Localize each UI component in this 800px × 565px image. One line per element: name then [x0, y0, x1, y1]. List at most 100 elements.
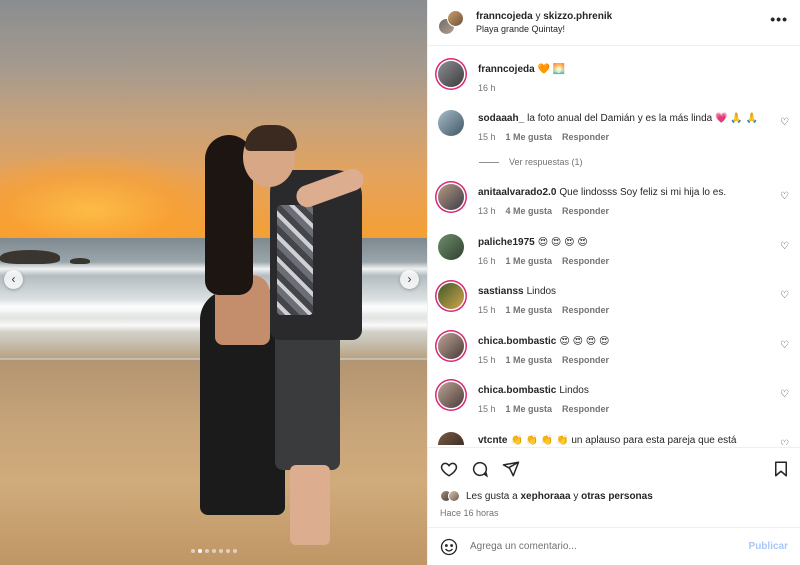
avatar[interactable]: [438, 61, 464, 87]
carousel-dot: [190, 549, 195, 553]
liker-username[interactable]: xephoraaa: [521, 491, 571, 502]
reply-button[interactable]: Responder: [562, 206, 609, 216]
comment-username[interactable]: chica.bombastic: [478, 385, 556, 396]
carousel-dot: [197, 549, 202, 553]
collab-avatars[interactable]: [438, 9, 464, 36]
comment-time[interactable]: 15 h: [478, 132, 496, 142]
avatar[interactable]: [438, 333, 464, 359]
comment-username[interactable]: chica.bombastic: [478, 336, 556, 347]
couple-figure: [195, 125, 370, 555]
reply-button[interactable]: Responder: [562, 132, 609, 142]
author-joiner: y: [535, 11, 541, 22]
comment-username[interactable]: sastianss: [478, 286, 524, 297]
post-actions: Les gusta a xephoraaa y otras personas H…: [428, 447, 800, 527]
comment-time[interactable]: 16 h: [478, 256, 496, 266]
comment-input[interactable]: [470, 541, 749, 552]
previous-photo-button[interactable]: ‹: [4, 270, 23, 289]
post-side-panel: franncojeda y skizzo.phrenik Playa grand…: [427, 0, 800, 565]
carousel-dot: [225, 549, 230, 553]
comment-text: la foto anual del Damián y es la más lin…: [527, 113, 758, 124]
like-comment-heart-icon[interactable]: ♡: [780, 291, 790, 301]
carousel-dot: [211, 549, 216, 553]
next-photo-button[interactable]: ›: [400, 270, 419, 289]
like-comment-heart-icon[interactable]: ♡: [780, 440, 790, 446]
comment-time[interactable]: 15 h: [478, 355, 496, 365]
other-likers[interactable]: otras personas: [581, 491, 653, 502]
comment-text: Que lindosss Soy feliz si mi hija lo es.: [559, 187, 727, 198]
avatar: [448, 490, 460, 502]
comment-item: sastianss Lindos 15 h 1 Me gusta Responde…: [438, 283, 792, 315]
comment-item: sodaaah_ la foto anual del Damián y es la…: [438, 110, 792, 142]
publish-button[interactable]: Publicar: [749, 541, 788, 552]
reply-button[interactable]: Responder: [562, 305, 609, 315]
post-photo[interactable]: ‹ ›: [0, 0, 427, 565]
comment-item: chica.bombastic Lindos 15 h 1 Me gusta Re…: [438, 382, 792, 414]
caption-username[interactable]: franncojeda: [478, 64, 535, 75]
likes-joiner: y: [573, 490, 579, 502]
avatar[interactable]: [438, 382, 464, 408]
comment-username[interactable]: paliche1975: [478, 237, 535, 248]
comment-likes[interactable]: 1 Me gusta: [506, 404, 553, 414]
caption-text: 🧡 🌅: [537, 64, 566, 75]
post-location[interactable]: Playa grande Quintay!: [476, 24, 612, 34]
comment-likes[interactable]: 4 Me gusta: [506, 206, 553, 216]
add-comment-bar: Publicar: [428, 527, 800, 565]
comment-item: paliche1975 😍 😍 😍 😍 16 h 1 Me gusta Respo…: [438, 234, 792, 266]
comment-time[interactable]: 15 h: [478, 305, 496, 315]
comment-text: 👏 👏 👏 👏 un aplauso para esta pareja que …: [510, 435, 737, 445]
comment-likes[interactable]: 1 Me gusta: [506, 256, 553, 266]
comment-username[interactable]: sodaaah_: [478, 113, 524, 124]
avatar[interactable]: [438, 234, 464, 260]
like-comment-heart-icon[interactable]: ♡: [780, 242, 790, 252]
carousel-dot: [232, 549, 237, 553]
rock: [0, 250, 60, 264]
comment-bubble-icon[interactable]: [471, 460, 489, 478]
reply-button[interactable]: Responder: [562, 404, 609, 414]
emoji-picker-icon[interactable]: [440, 538, 458, 556]
avatar[interactable]: [438, 110, 464, 136]
avatar[interactable]: [438, 184, 464, 210]
save-bookmark-icon[interactable]: [772, 460, 790, 478]
comment-likes[interactable]: 1 Me gusta: [506, 305, 553, 315]
like-comment-heart-icon[interactable]: ♡: [780, 341, 790, 351]
comments-list[interactable]: franncojeda 🧡 🌅 16 h sodaaah_ la foto anua…: [428, 47, 800, 445]
comment-time[interactable]: 15 h: [478, 404, 496, 414]
like-comment-heart-icon[interactable]: ♡: [780, 192, 790, 202]
caption: franncojeda 🧡 🌅 16 h: [438, 61, 792, 93]
comment-text: 😍 😍 😍 😍: [537, 237, 588, 248]
like-heart-icon[interactable]: [440, 460, 458, 478]
view-replies-label: Ver respuestas (1): [509, 157, 583, 167]
comment-text: Lindos: [526, 286, 557, 297]
post-header: franncojeda y skizzo.phrenik Playa grand…: [428, 0, 800, 46]
comment-text: 😍 😍 😍 😍: [559, 336, 610, 347]
comment-username[interactable]: vtcnte: [478, 435, 507, 445]
avatar[interactable]: [438, 432, 464, 445]
comment-likes[interactable]: 1 Me gusta: [506, 132, 553, 142]
comment-username[interactable]: anitaalvarado2.0: [478, 187, 556, 198]
likes-summary[interactable]: Les gusta a xephoraaa y otras personas: [440, 490, 653, 502]
comment-item: anitaalvarado2.0 Que lindosss Soy feliz s…: [438, 184, 792, 216]
like-comment-heart-icon[interactable]: ♡: [780, 390, 790, 400]
reply-button[interactable]: Responder: [562, 355, 609, 365]
comment-item: vtcnte 👏 👏 👏 👏 un aplauso para esta parej…: [438, 432, 792, 445]
comment-text: Lindos: [559, 385, 589, 396]
author-username[interactable]: franncojeda: [476, 11, 533, 22]
view-replies-button[interactable]: Ver respuestas (1): [479, 157, 583, 167]
carousel-dot: [204, 549, 209, 553]
more-options-icon[interactable]: •••: [770, 11, 788, 27]
avatar[interactable]: [438, 283, 464, 309]
likes-prefix: Les gusta a: [466, 490, 518, 502]
reply-button[interactable]: Responder: [562, 256, 609, 266]
like-comment-heart-icon[interactable]: ♡: [780, 118, 790, 128]
coauthor-username[interactable]: skizzo.phrenik: [543, 11, 612, 22]
comment-time[interactable]: 13 h: [478, 206, 496, 216]
caption-time[interactable]: 16 h: [478, 83, 496, 93]
comment-likes[interactable]: 1 Me gusta: [506, 355, 553, 365]
rock: [70, 258, 90, 264]
post-viewer: ‹ › franncojeda y skizzo.phrenik Playa g…: [0, 0, 800, 565]
post-time[interactable]: Hace 16 horas: [440, 508, 499, 518]
share-send-icon[interactable]: [502, 460, 520, 478]
divider: [479, 161, 499, 163]
avatar: [447, 9, 464, 27]
carousel-indicator: [0, 549, 427, 553]
